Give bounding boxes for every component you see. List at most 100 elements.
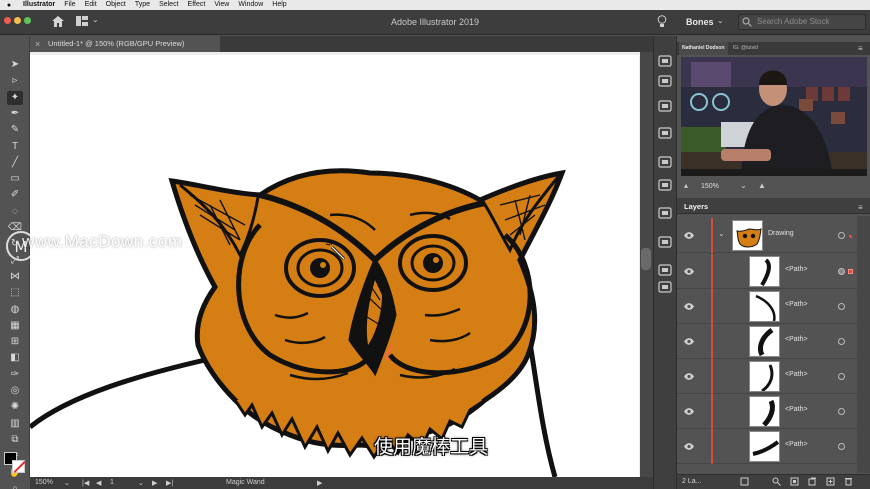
chevron-down-icon[interactable]: ⌄: [740, 181, 747, 190]
eye-visibility-icon[interactable]: [684, 303, 694, 310]
eye-visibility-icon[interactable]: [684, 373, 694, 380]
owl-shoulder-line[interactable]: [30, 357, 206, 429]
menu-help[interactable]: Help: [272, 0, 286, 10]
panel-menu-icon[interactable]: ≡: [858, 44, 863, 53]
path-name[interactable]: <Path>: [785, 441, 808, 448]
eraser-tool-icon[interactable]: ⌫: [7, 221, 23, 235]
mesh-tool-icon[interactable]: ⊞: [7, 335, 23, 349]
line-segment-tool-icon[interactable]: ╱: [7, 156, 23, 170]
eye-visibility-icon[interactable]: [684, 268, 694, 275]
menu-edit[interactable]: Edit: [85, 0, 97, 10]
path-name[interactable]: <Path>: [785, 371, 808, 378]
path-name[interactable]: <Path>: [785, 336, 808, 343]
menu-select[interactable]: Select: [159, 0, 178, 10]
color-icon[interactable]: [658, 75, 672, 87]
transparency-icon[interactable]: [658, 207, 672, 219]
gradient-tool-icon[interactable]: ◧: [7, 351, 23, 365]
fill-stroke-swatches[interactable]: [4, 452, 26, 474]
video-panel-tab-handle[interactable]: IG: @tutvid: [730, 42, 761, 55]
zoom-out-icon[interactable]: ▴: [684, 181, 688, 190]
zoom-in-icon[interactable]: ▲: [758, 181, 766, 190]
rotate-tool-icon[interactable]: ↻: [7, 237, 23, 251]
layer-row-path[interactable]: <Path>: [677, 394, 857, 429]
chevron-down-icon[interactable]: ⌄: [718, 229, 725, 238]
status-tool-name[interactable]: Magic Wand: [226, 479, 265, 486]
export-icon[interactable]: [740, 477, 749, 486]
width-tool-icon[interactable]: ⋈: [7, 270, 23, 284]
menu-app-name[interactable]: Illustrator: [23, 0, 55, 10]
close-icon[interactable]: ×: [35, 38, 40, 50]
brushes-icon[interactable]: [658, 127, 672, 139]
owl-illustration[interactable]: [30, 55, 639, 477]
swatches-icon[interactable]: [658, 100, 672, 112]
path-selection-indicator[interactable]: [848, 269, 853, 274]
path-target-icon[interactable]: [838, 303, 845, 310]
layers-scrollbar[interactable]: [857, 216, 870, 473]
align-icon[interactable]: [658, 236, 672, 248]
selection-tool-icon[interactable]: ➤: [7, 58, 23, 72]
new-sublayer-icon[interactable]: [808, 477, 817, 486]
menu-file[interactable]: File: [64, 0, 75, 10]
layer-target-icon[interactable]: [838, 232, 845, 239]
eye-visibility-icon[interactable]: [684, 408, 694, 415]
path-name[interactable]: <Path>: [785, 301, 808, 308]
layer-row-path[interactable]: <Path>: [677, 324, 857, 359]
curvature-tool-icon[interactable]: ✎: [7, 123, 23, 137]
magic-wand-tool-icon[interactable]: ✦: [7, 90, 23, 105]
type-tool-icon[interactable]: T: [7, 140, 23, 154]
eyedropper-tool-icon[interactable]: ✑: [7, 368, 23, 382]
layer-name[interactable]: Drawing: [768, 230, 794, 237]
symbol-sprayer-tool-icon[interactable]: ✺: [7, 400, 23, 414]
appearance-icon[interactable]: [658, 281, 672, 293]
search-adobe-stock-input[interactable]: Search Adobe Stock: [738, 14, 866, 30]
layer-row-path[interactable]: <Path>: [677, 429, 857, 464]
zoom-tool-icon[interactable]: ⌕: [7, 482, 23, 489]
artboard-number-field[interactable]: 1: [110, 479, 114, 486]
layer-row-path[interactable]: <Path>: [677, 254, 857, 289]
direct-selection-tool-icon[interactable]: ▹: [7, 74, 23, 88]
artboard-tool-icon[interactable]: ⧉: [7, 433, 23, 447]
canvas-scroll-thumb[interactable]: [641, 248, 651, 270]
lightbulb-icon[interactable]: [657, 15, 667, 28]
pathfinder-icon[interactable]: [658, 264, 672, 276]
clipping-mask-icon[interactable]: [790, 477, 799, 486]
path-name[interactable]: <Path>: [785, 406, 808, 413]
chevron-down-icon[interactable]: ⌄: [717, 16, 724, 25]
artboard[interactable]: [30, 55, 639, 477]
panel-menu-icon[interactable]: ≡: [858, 203, 863, 212]
blend-tool-icon[interactable]: ◎: [7, 384, 23, 398]
menu-window[interactable]: Window: [238, 0, 263, 10]
workspace-switcher[interactable]: Bones: [686, 17, 714, 27]
apple-icon[interactable]: ●: [4, 2, 14, 9]
path-name[interactable]: <Path>: [785, 266, 808, 273]
menu-type[interactable]: Type: [135, 0, 150, 10]
status-menu-icon[interactable]: ▶: [317, 479, 322, 487]
shaper-tool-icon[interactable]: ◌: [7, 205, 23, 219]
eye-visibility-icon[interactable]: [684, 232, 694, 239]
libraries-icon[interactable]: [658, 55, 672, 67]
path-target-icon[interactable]: [838, 268, 845, 275]
path-target-icon[interactable]: [838, 338, 845, 345]
path-target-icon[interactable]: [838, 373, 845, 380]
symbols-icon[interactable]: [658, 156, 672, 168]
free-transform-tool-icon[interactable]: ⬚: [7, 286, 23, 300]
eye-visibility-icon[interactable]: [684, 443, 694, 450]
next-artboard-icon[interactable]: ▶: [152, 479, 157, 487]
layer-row-drawing[interactable]: ⌄ Drawing: [677, 218, 857, 253]
previous-artboard-icon[interactable]: ◀: [96, 479, 101, 487]
column-graph-tool-icon[interactable]: ▥: [7, 417, 23, 431]
paintbrush-tool-icon[interactable]: ✐: [7, 188, 23, 202]
layer-row-path[interactable]: <Path>: [677, 289, 857, 324]
menu-view[interactable]: View: [214, 0, 229, 10]
zoom-level-field[interactable]: 150%: [35, 479, 53, 486]
rectangle-tool-icon[interactable]: ▭: [7, 172, 23, 186]
video-panel-tab-name[interactable]: Nathaniel Dodson: [679, 42, 728, 55]
locate-object-icon[interactable]: [772, 477, 781, 486]
graphic-styles-icon[interactable]: [658, 179, 672, 191]
shape-builder-tool-icon[interactable]: ◍: [7, 303, 23, 317]
last-artboard-icon[interactable]: ▶|: [166, 479, 173, 487]
layer-selection-indicator[interactable]: [849, 235, 852, 238]
eye-visibility-icon[interactable]: [684, 338, 694, 345]
scale-tool-icon[interactable]: ⤢: [7, 254, 23, 268]
menu-object[interactable]: Object: [106, 0, 126, 10]
